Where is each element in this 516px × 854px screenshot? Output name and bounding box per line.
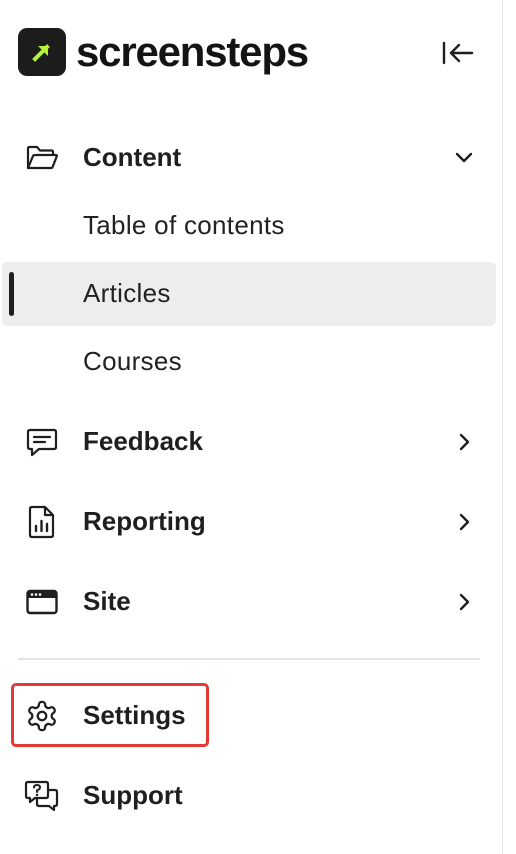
collapse-sidebar-button[interactable] xyxy=(438,36,478,70)
sub-item-articles[interactable]: Articles xyxy=(0,262,503,326)
collapse-sidebar-icon xyxy=(442,41,474,65)
chevron-right-icon[interactable] xyxy=(450,508,478,536)
settings-highlight-box xyxy=(11,683,209,747)
sub-label-articles: Articles xyxy=(83,278,171,308)
nav-item-site[interactable]: Site xyxy=(0,580,503,624)
logo-mark-icon xyxy=(18,28,66,76)
active-item-background xyxy=(2,262,496,326)
sidebar: screensteps Content Table of contents Ar… xyxy=(0,0,503,854)
nav-item-support[interactable]: Support xyxy=(0,774,503,818)
nav-label-feedback: Feedback xyxy=(83,426,203,456)
message-square-icon xyxy=(24,424,60,460)
sub-label-table-of-contents: Table of contents xyxy=(83,210,285,240)
chevron-down-icon[interactable] xyxy=(450,144,478,172)
help-chat-icon xyxy=(24,778,60,814)
nav-item-content[interactable]: Content xyxy=(0,138,503,178)
chevron-right-icon[interactable] xyxy=(450,428,478,456)
sub-item-courses[interactable]: Courses xyxy=(0,332,503,392)
sub-item-table-of-contents[interactable]: Table of contents xyxy=(0,196,503,256)
sidebar-divider xyxy=(18,658,480,660)
active-indicator xyxy=(9,272,14,316)
nav-item-feedback[interactable]: Feedback xyxy=(0,420,503,464)
sub-label-courses: Courses xyxy=(83,346,182,376)
chevron-right-icon[interactable] xyxy=(450,588,478,616)
brand-name: screensteps xyxy=(76,28,309,75)
sidebar-header: screensteps xyxy=(0,0,503,110)
nav-label-support: Support xyxy=(83,780,183,810)
folder-open-icon xyxy=(24,140,60,176)
nav-label-content: Content xyxy=(83,142,182,172)
browser-window-icon xyxy=(24,584,60,620)
nav-label-reporting: Reporting xyxy=(83,506,206,536)
brand-logo[interactable]: screensteps xyxy=(18,28,309,76)
file-chart-icon xyxy=(24,504,60,540)
nav-item-reporting[interactable]: Reporting xyxy=(0,500,503,544)
nav-label-site: Site xyxy=(83,586,131,616)
